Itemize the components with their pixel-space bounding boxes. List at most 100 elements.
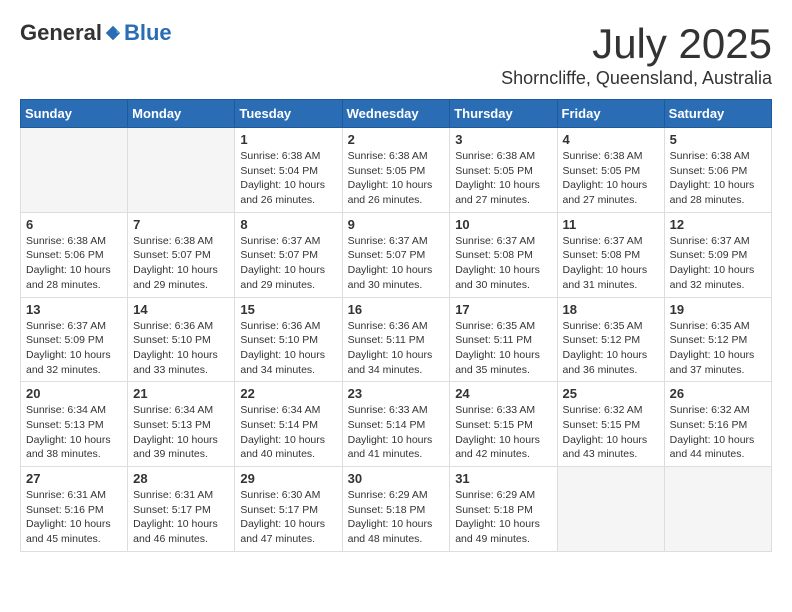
calendar-cell: 21 Sunrise: 6:34 AM Sunset: 5:13 PM Dayli…: [128, 382, 235, 467]
day-info: Sunrise: 6:37 AM Sunset: 5:07 PM Dayligh…: [348, 234, 445, 293]
day-number: 15: [240, 302, 336, 317]
day-number: 16: [348, 302, 445, 317]
calendar-cell: 28Sunrise: 6:31 AM Sunset: 5:17 PM Dayli…: [128, 467, 235, 552]
day-info: Sunrise: 6:38 AM Sunset: 5:05 PM Dayligh…: [563, 149, 659, 208]
day-info: Sunrise: 6:29 AM Sunset: 5:18 PM Dayligh…: [455, 488, 551, 547]
weekday-header-row: SundayMondayTuesdayWednesdayThursdayFrid…: [21, 100, 772, 128]
day-number: 4: [563, 132, 659, 147]
calendar-cell: [664, 467, 771, 552]
location: Shorncliffe, Queensland, Australia: [501, 68, 772, 89]
calendar-cell: 27 Sunrise: 6:31 AM Sunset: 5:16 PM Dayli…: [21, 467, 128, 552]
day-number: 25: [563, 386, 659, 401]
calendar-cell: 14Sunrise: 6:36 AM Sunset: 5:10 PM Dayli…: [128, 297, 235, 382]
day-number: 5: [670, 132, 766, 147]
day-number: 1: [240, 132, 336, 147]
day-number: 20: [26, 386, 122, 401]
title-block: July 2025 Shorncliffe, Queensland, Austr…: [501, 20, 772, 89]
calendar-week-row: 20 Sunrise: 6:34 AM Sunset: 5:13 PM Dayli…: [21, 382, 772, 467]
day-info: Sunrise: 6:38 AM Sunset: 5:05 PM Dayligh…: [348, 149, 445, 208]
calendar-cell: 24 Sunrise: 6:33 AM Sunset: 5:15 PM Dayli…: [450, 382, 557, 467]
calendar-cell: 8 Sunrise: 6:37 AM Sunset: 5:07 PM Daylig…: [235, 212, 342, 297]
calendar-cell: 22 Sunrise: 6:34 AM Sunset: 5:14 PM Dayli…: [235, 382, 342, 467]
day-info: Sunrise: 6:38 AM Sunset: 5:06 PM Dayligh…: [670, 149, 766, 208]
day-number: 17: [455, 302, 551, 317]
day-number: 8: [240, 217, 336, 232]
day-number: 11: [563, 217, 659, 232]
day-number: 13: [26, 302, 122, 317]
weekday-header: Friday: [557, 100, 664, 128]
calendar-cell: [21, 128, 128, 213]
day-info: Sunrise: 6:37 AM Sunset: 5:08 PM Dayligh…: [563, 234, 659, 293]
day-info: Sunrise: 6:32 AM Sunset: 5:16 PM Dayligh…: [670, 403, 766, 462]
day-info: Sunrise: 6:37 AM Sunset: 5:07 PM Dayligh…: [240, 234, 336, 293]
day-number: 12: [670, 217, 766, 232]
day-info: Sunrise: 6:35 AM Sunset: 5:11 PM Dayligh…: [455, 319, 551, 378]
day-info: Sunrise: 6:35 AM Sunset: 5:12 PM Dayligh…: [670, 319, 766, 378]
day-number: 7: [133, 217, 229, 232]
day-info: Sunrise: 6:31 AM Sunset: 5:16 PM Dayligh…: [26, 488, 122, 547]
day-number: 23: [348, 386, 445, 401]
day-info: Sunrise: 6:36 AM Sunset: 5:10 PM Dayligh…: [240, 319, 336, 378]
calendar-cell: 6 Sunrise: 6:38 AM Sunset: 5:06 PM Daylig…: [21, 212, 128, 297]
calendar-cell: 31 Sunrise: 6:29 AM Sunset: 5:18 PM Dayli…: [450, 467, 557, 552]
day-info: Sunrise: 6:36 AM Sunset: 5:10 PM Dayligh…: [133, 319, 229, 378]
calendar-cell: 5 Sunrise: 6:38 AM Sunset: 5:06 PM Daylig…: [664, 128, 771, 213]
calendar-cell: 17 Sunrise: 6:35 AM Sunset: 5:11 PM Dayli…: [450, 297, 557, 382]
day-info: Sunrise: 6:35 AM Sunset: 5:12 PM Dayligh…: [563, 319, 659, 378]
weekday-header: Sunday: [21, 100, 128, 128]
calendar-cell: 15 Sunrise: 6:36 AM Sunset: 5:10 PM Dayli…: [235, 297, 342, 382]
day-number: 28: [133, 471, 229, 486]
day-info: Sunrise: 6:38 AM Sunset: 5:07 PM Dayligh…: [133, 234, 229, 293]
calendar-cell: 9Sunrise: 6:37 AM Sunset: 5:07 PM Daylig…: [342, 212, 450, 297]
calendar-cell: 4 Sunrise: 6:38 AM Sunset: 5:05 PM Daylig…: [557, 128, 664, 213]
calendar-cell: [557, 467, 664, 552]
weekday-header: Tuesday: [235, 100, 342, 128]
month-title: July 2025: [501, 20, 772, 68]
day-number: 31: [455, 471, 551, 486]
calendar-cell: 13 Sunrise: 6:37 AM Sunset: 5:09 PM Dayli…: [21, 297, 128, 382]
calendar-week-row: 13 Sunrise: 6:37 AM Sunset: 5:09 PM Dayli…: [21, 297, 772, 382]
day-number: 24: [455, 386, 551, 401]
day-info: Sunrise: 6:38 AM Sunset: 5:05 PM Dayligh…: [455, 149, 551, 208]
day-info: Sunrise: 6:29 AM Sunset: 5:18 PM Dayligh…: [348, 488, 445, 547]
day-info: Sunrise: 6:37 AM Sunset: 5:09 PM Dayligh…: [26, 319, 122, 378]
day-number: 22: [240, 386, 336, 401]
day-info: Sunrise: 6:36 AM Sunset: 5:11 PM Dayligh…: [348, 319, 445, 378]
calendar-cell: 30Sunrise: 6:29 AM Sunset: 5:18 PM Dayli…: [342, 467, 450, 552]
day-info: Sunrise: 6:33 AM Sunset: 5:15 PM Dayligh…: [455, 403, 551, 462]
calendar-cell: 23Sunrise: 6:33 AM Sunset: 5:14 PM Dayli…: [342, 382, 450, 467]
calendar-cell: 18 Sunrise: 6:35 AM Sunset: 5:12 PM Dayli…: [557, 297, 664, 382]
calendar-week-row: 27 Sunrise: 6:31 AM Sunset: 5:16 PM Dayli…: [21, 467, 772, 552]
day-info: Sunrise: 6:34 AM Sunset: 5:13 PM Dayligh…: [26, 403, 122, 462]
day-number: 10: [455, 217, 551, 232]
day-info: Sunrise: 6:34 AM Sunset: 5:13 PM Dayligh…: [133, 403, 229, 462]
day-info: Sunrise: 6:37 AM Sunset: 5:08 PM Dayligh…: [455, 234, 551, 293]
calendar-cell: 16 Sunrise: 6:36 AM Sunset: 5:11 PM Dayli…: [342, 297, 450, 382]
day-number: 3: [455, 132, 551, 147]
day-number: 2: [348, 132, 445, 147]
day-info: Sunrise: 6:34 AM Sunset: 5:14 PM Dayligh…: [240, 403, 336, 462]
day-info: Sunrise: 6:30 AM Sunset: 5:17 PM Dayligh…: [240, 488, 336, 547]
calendar-cell: 20 Sunrise: 6:34 AM Sunset: 5:13 PM Dayli…: [21, 382, 128, 467]
day-number: 6: [26, 217, 122, 232]
calendar-cell: 10 Sunrise: 6:37 AM Sunset: 5:08 PM Dayli…: [450, 212, 557, 297]
calendar-cell: [128, 128, 235, 213]
logo-icon: [104, 24, 122, 42]
day-number: 19: [670, 302, 766, 317]
day-number: 29: [240, 471, 336, 486]
calendar-table: SundayMondayTuesdayWednesdayThursdayFrid…: [20, 99, 772, 552]
calendar-cell: 26 Sunrise: 6:32 AM Sunset: 5:16 PM Dayli…: [664, 382, 771, 467]
calendar-cell: 7 Sunrise: 6:38 AM Sunset: 5:07 PM Daylig…: [128, 212, 235, 297]
day-number: 21: [133, 386, 229, 401]
calendar-cell: 12Sunrise: 6:37 AM Sunset: 5:09 PM Dayli…: [664, 212, 771, 297]
day-number: 18: [563, 302, 659, 317]
weekday-header: Saturday: [664, 100, 771, 128]
day-number: 26: [670, 386, 766, 401]
calendar-week-row: 1 Sunrise: 6:38 AM Sunset: 5:04 PM Daylig…: [21, 128, 772, 213]
logo: General Blue: [20, 20, 172, 46]
day-number: 27: [26, 471, 122, 486]
calendar-cell: 3 Sunrise: 6:38 AM Sunset: 5:05 PM Daylig…: [450, 128, 557, 213]
day-info: Sunrise: 6:38 AM Sunset: 5:06 PM Dayligh…: [26, 234, 122, 293]
logo-blue-text: Blue: [124, 20, 172, 46]
day-info: Sunrise: 6:38 AM Sunset: 5:04 PM Dayligh…: [240, 149, 336, 208]
